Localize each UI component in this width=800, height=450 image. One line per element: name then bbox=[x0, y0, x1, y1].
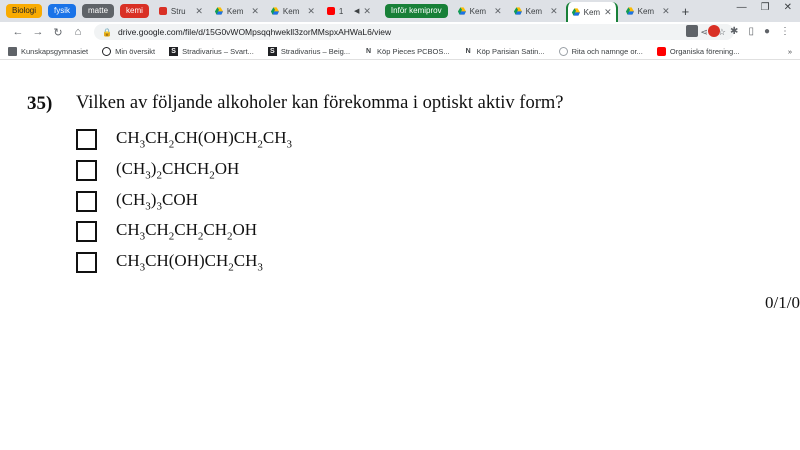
drive-icon bbox=[214, 7, 223, 15]
stradivarius-icon: S bbox=[169, 47, 179, 56]
close-icon[interactable]: ✕ bbox=[307, 6, 315, 17]
score-label: 0/1/0 bbox=[765, 293, 800, 312]
tab-group-fysik[interactable]: fysik bbox=[48, 4, 77, 18]
bookmark-pieces[interactable]: N Köp Pieces PCBOS... bbox=[364, 47, 450, 56]
minimize-icon[interactable]: — bbox=[737, 2, 747, 13]
extension-icon[interactable] bbox=[686, 25, 699, 37]
site-icon bbox=[102, 47, 112, 56]
drive-icon bbox=[571, 8, 580, 16]
option-formula: CH3CH(OH)CH2CH3 bbox=[116, 251, 263, 274]
close-icon[interactable]: ✕ bbox=[251, 6, 259, 17]
stradivarius-icon: S bbox=[267, 47, 277, 56]
new-tab-button[interactable]: + bbox=[682, 4, 690, 19]
bookmark-rita[interactable]: Rita och namnge or... bbox=[558, 47, 643, 56]
bookmarks-bar: Kunskapsgymnasiet Min översikt S Stradiv… bbox=[0, 44, 800, 60]
tab-kem-active[interactable]: Kem ✕ bbox=[565, 2, 618, 22]
lock-icon[interactable]: 🔒 bbox=[102, 28, 112, 37]
checkbox-icon[interactable] bbox=[76, 128, 97, 150]
bookmark-min-oversikt[interactable]: Min översikt bbox=[102, 47, 155, 56]
close-icon[interactable]: ✕ bbox=[662, 6, 670, 17]
reload-icon[interactable]: ↻ bbox=[48, 26, 68, 39]
folder-icon bbox=[8, 47, 17, 56]
forward-arrow-icon[interactable]: → bbox=[28, 26, 48, 38]
drive-icon bbox=[457, 7, 466, 15]
more-bookmarks-icon[interactable]: » bbox=[788, 47, 792, 56]
bookmark-stradivarius-beig[interactable]: S Stradivarius – Beig... bbox=[267, 47, 350, 56]
drive-icon bbox=[270, 7, 279, 15]
puzzle-icon[interactable]: ✱ bbox=[730, 26, 738, 37]
close-icon[interactable]: ✕ bbox=[195, 6, 203, 17]
checkbox-icon[interactable] bbox=[76, 190, 97, 212]
option-formula: (CH3)3COH bbox=[116, 190, 198, 213]
tab-strip: Biologi fysik matte kemi Stru ✕ Kem ✕ Ke… bbox=[0, 0, 800, 22]
n-icon: N bbox=[366, 48, 372, 55]
tab-kem-5[interactable]: Kem ✕ bbox=[622, 3, 674, 20]
bookmark-kunskapsgymnasiet[interactable]: Kunskapsgymnasiet bbox=[8, 47, 88, 56]
globe-icon bbox=[558, 47, 568, 56]
bookmark-organiska[interactable]: Organiska förening... bbox=[656, 47, 739, 56]
tab-group-kemi[interactable]: kemi bbox=[120, 4, 149, 18]
tab-youtube[interactable]: 1 ◀ ✕ bbox=[323, 3, 375, 20]
option-formula: CH3CH2CH(OH)CH2CH3 bbox=[116, 128, 293, 151]
checkbox-icon[interactable] bbox=[76, 220, 97, 242]
speaker-icon[interactable]: ◀ bbox=[354, 7, 359, 15]
question-number: 35) bbox=[27, 93, 53, 114]
tab-stru[interactable]: Stru ✕ bbox=[155, 3, 207, 20]
window-controls: — ❐ ✕ bbox=[737, 2, 792, 13]
option-5[interactable]: CH3CH(OH)CH2CH3 bbox=[76, 251, 263, 273]
url-text[interactable]: drive.google.com/file/d/15G0vWOMpsqqhwek… bbox=[118, 27, 391, 37]
book-icon bbox=[158, 7, 167, 15]
document-viewer: 35) Vilken av följande alkoholer kan för… bbox=[0, 60, 800, 450]
navigation-bar: ← → ↻ ⌂ 🔒 drive.google.com/file/d/15G0vW… bbox=[0, 22, 800, 42]
tab-kem-3[interactable]: Kem ✕ bbox=[454, 3, 506, 20]
tab-kem-1[interactable]: Kem ✕ bbox=[211, 3, 263, 20]
close-icon[interactable]: ✕ bbox=[494, 6, 502, 17]
option-formula: (CH3)2CHCH2OH bbox=[116, 159, 240, 182]
option-4[interactable]: CH3CH2CH2CH2OH bbox=[76, 220, 257, 242]
bookmark-stradivarius-svart[interactable]: S Stradivarius – Svart... bbox=[169, 47, 254, 56]
youtube-icon bbox=[326, 7, 335, 15]
restore-icon[interactable]: ❐ bbox=[761, 2, 770, 13]
tab-group-biologi[interactable]: Biologi bbox=[6, 4, 43, 18]
drive-icon bbox=[513, 7, 522, 15]
tab-kem-2[interactable]: Kem ✕ bbox=[267, 3, 319, 20]
option-2[interactable]: (CH3)2CHCH2OH bbox=[76, 159, 239, 181]
checkbox-icon[interactable] bbox=[76, 251, 97, 273]
n-icon: N bbox=[465, 48, 471, 55]
address-bar[interactable]: 🔒 drive.google.com/file/d/15G0vWOMpsqqhw… bbox=[94, 24, 734, 40]
close-icon[interactable]: ✕ bbox=[550, 6, 558, 17]
drive-icon bbox=[625, 7, 634, 15]
checkbox-icon[interactable] bbox=[76, 159, 97, 181]
option-1[interactable]: CH3CH2CH(OH)CH2CH3 bbox=[76, 128, 292, 150]
option-formula: CH3CH2CH2CH2OH bbox=[116, 220, 258, 243]
close-icon[interactable]: ✕ bbox=[363, 6, 371, 17]
profile-icon[interactable]: ● bbox=[764, 26, 770, 37]
home-icon[interactable]: ⌂ bbox=[68, 26, 88, 38]
question-text: Vilken av följande alkoholer kan förekom… bbox=[76, 93, 564, 113]
tab-kem-4[interactable]: Kem ✕ bbox=[510, 3, 562, 20]
menu-icon[interactable]: ⋮ bbox=[780, 26, 790, 37]
youtube-icon bbox=[656, 47, 666, 56]
option-3[interactable]: (CH3)3COH bbox=[76, 190, 198, 212]
close-icon[interactable]: ✕ bbox=[604, 7, 612, 18]
tab-group-infor-kemiprov[interactable]: Inför kemiprov bbox=[384, 4, 448, 18]
side-panel-icon[interactable]: ▯ bbox=[748, 26, 754, 37]
close-window-icon[interactable]: ✕ bbox=[784, 2, 792, 13]
back-arrow-icon[interactable]: ← bbox=[8, 26, 28, 38]
extensions-area: ✱ ▯ ● ⋮ bbox=[686, 25, 790, 37]
bookmark-parisian[interactable]: N Köp Parisian Satin... bbox=[464, 47, 545, 56]
extension-badge-icon[interactable] bbox=[708, 25, 721, 37]
tab-group-matte[interactable]: matte bbox=[82, 4, 115, 18]
